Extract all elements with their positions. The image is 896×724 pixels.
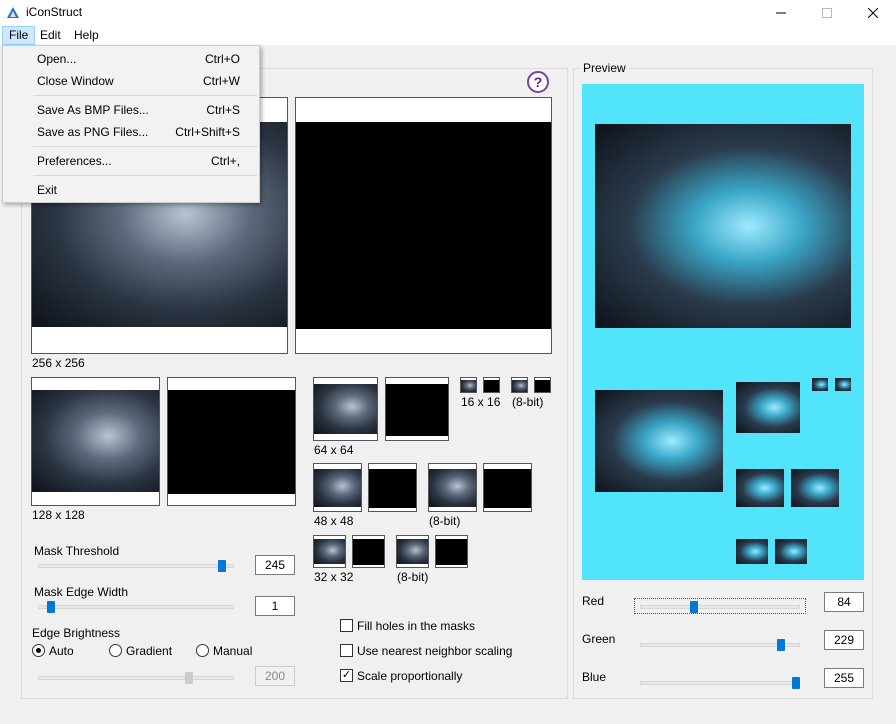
mask-128 <box>167 377 296 506</box>
blue-input[interactable]: 255 <box>824 668 864 688</box>
app-icon <box>7 7 19 18</box>
size-label-128: 128 x 128 <box>32 508 85 522</box>
green-slider-thumb[interactable] <box>776 639 785 651</box>
radio-manual-label[interactable]: Manual <box>213 644 252 658</box>
radio-gradient-label[interactable]: Gradient <box>126 644 172 658</box>
menu-item-save-bmp[interactable]: Save As BMP Files... Ctrl+S <box>4 99 258 121</box>
mask-16 <box>483 377 500 393</box>
green-label: Green <box>582 632 616 646</box>
size-label-48: 48 x 48 <box>314 514 354 528</box>
mask-32-8bit <box>435 535 468 568</box>
menu-separator <box>33 175 257 176</box>
menu-item-save-png[interactable]: Save as PNG Files... Ctrl+Shift+S <box>4 121 258 143</box>
mask-16-8bit <box>534 377 551 393</box>
preview-icon-32 <box>736 539 768 564</box>
menu-item-open[interactable]: Open... Ctrl+O <box>4 48 258 70</box>
preview-canvas <box>582 84 864 580</box>
nearest-neighbor-checkbox[interactable] <box>340 644 353 657</box>
blue-slider[interactable] <box>640 681 800 685</box>
preview-label: Preview <box>580 61 629 75</box>
size-label-32-8bit: (8-bit) <box>397 570 429 584</box>
menu-help[interactable]: Help <box>68 26 105 45</box>
image-16-8bit <box>511 377 528 393</box>
maximize-button[interactable] <box>804 0 850 26</box>
mask-edge-width-thumb[interactable] <box>47 601 56 613</box>
radio-manual[interactable] <box>196 644 209 657</box>
preview-icon-16-8bit <box>835 378 851 391</box>
mask-edge-width-input[interactable]: 1 <box>255 596 295 616</box>
red-input[interactable]: 84 <box>824 592 864 612</box>
mask-threshold-label: Mask Threshold <box>34 544 120 558</box>
menu-item-preferences[interactable]: Preferences... Ctrl+, <box>4 150 258 172</box>
image-128 <box>31 377 160 506</box>
edge-brightness-input[interactable]: 200 <box>255 666 295 686</box>
image-32 <box>313 535 346 568</box>
help-button[interactable]: ? <box>527 71 549 93</box>
edge-brightness-label: Edge Brightness <box>32 626 121 640</box>
minimize-button[interactable] <box>758 0 804 26</box>
close-button[interactable] <box>850 0 896 26</box>
fill-holes-checkbox[interactable] <box>340 619 353 632</box>
image-48 <box>313 463 362 512</box>
size-label-48-8bit: (8-bit) <box>429 514 461 528</box>
red-label: Red <box>582 594 605 608</box>
window-title: iConStruct <box>26 5 83 19</box>
red-slider[interactable] <box>640 605 800 609</box>
preview-icon-256 <box>595 124 851 328</box>
mask-edge-width-slider[interactable] <box>38 605 234 609</box>
mask-threshold-thumb[interactable] <box>218 560 227 572</box>
image-16 <box>460 377 477 393</box>
edge-brightness-slider[interactable] <box>38 676 234 680</box>
radio-auto-label[interactable]: Auto <box>49 644 74 658</box>
preview-icon-48 <box>736 469 784 507</box>
blue-slider-thumb[interactable] <box>792 677 800 689</box>
mask-64 <box>385 377 449 441</box>
mask-edge-width-label: Mask Edge Width <box>34 585 129 599</box>
green-input[interactable]: 229 <box>824 630 864 650</box>
menu-item-exit[interactable]: Exit <box>4 179 258 201</box>
menu-separator <box>33 146 257 147</box>
size-label-64: 64 x 64 <box>314 443 354 457</box>
image-48-8bit <box>428 463 477 512</box>
preview-icon-128 <box>595 390 723 492</box>
fill-holes-label[interactable]: Fill holes in the masks <box>357 619 475 633</box>
size-label-32: 32 x 32 <box>314 570 354 584</box>
scale-proportionally-label[interactable]: Scale proportionally <box>357 669 462 683</box>
menu-separator <box>33 95 257 96</box>
minimize-icon <box>776 12 786 14</box>
edge-brightness-thumb[interactable] <box>184 672 193 684</box>
title-bar: iConStruct <box>0 0 896 26</box>
mask-threshold-slider[interactable] <box>38 564 234 568</box>
nearest-neighbor-label[interactable]: Use nearest neighbor scaling <box>357 644 512 658</box>
menu-edit[interactable]: Edit <box>34 26 67 45</box>
preview-icon-48-8bit <box>791 469 839 507</box>
mask-48 <box>368 463 417 512</box>
menu-bar: File Edit Help <box>0 26 896 45</box>
image-64 <box>313 377 378 441</box>
close-icon <box>868 8 878 18</box>
menu-item-close-window[interactable]: Close Window Ctrl+W <box>4 70 258 92</box>
radio-gradient[interactable] <box>109 644 122 657</box>
preview-icon-16 <box>812 378 828 391</box>
maximize-icon <box>822 8 832 18</box>
mask-48-8bit <box>483 463 532 512</box>
size-label-16-8bit: (8-bit) <box>512 395 544 409</box>
size-label-16: 16 x 16 <box>461 395 501 409</box>
scale-proportionally-checkbox[interactable]: ✓ <box>340 669 353 682</box>
mask-256 <box>295 97 552 354</box>
blue-label: Blue <box>582 670 607 684</box>
mask-threshold-input[interactable]: 245 <box>255 555 295 575</box>
mask-32 <box>352 535 385 568</box>
size-label-256: 256 x 256 <box>32 356 85 370</box>
file-menu-dropdown: Open... Ctrl+O Close Window Ctrl+W Save As… <box>2 45 260 203</box>
preview-icon-64 <box>736 382 800 433</box>
radio-auto[interactable] <box>32 644 45 657</box>
red-slider-thumb[interactable] <box>690 601 699 613</box>
preview-icon-32-8bit <box>775 539 807 564</box>
menu-file[interactable]: File <box>2 26 36 45</box>
image-32-8bit <box>396 535 429 568</box>
